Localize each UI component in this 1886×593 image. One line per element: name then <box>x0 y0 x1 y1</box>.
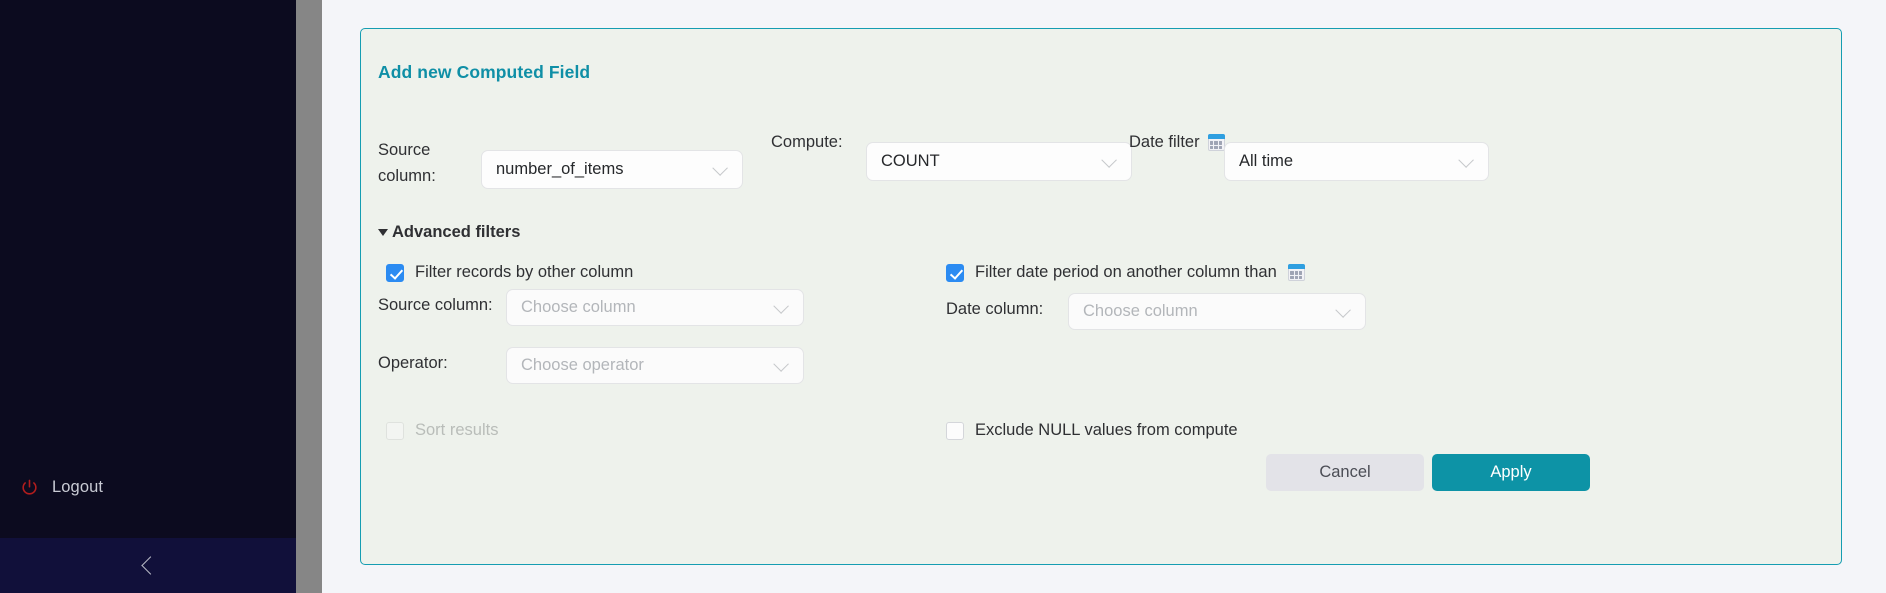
advanced-source-column-select[interactable]: Choose column <box>506 289 804 326</box>
compute-select-value: COUNT <box>881 152 940 170</box>
power-icon <box>20 478 39 497</box>
sort-results-label: Sort results <box>415 421 499 439</box>
chevron-down-icon <box>1458 152 1474 168</box>
compute-label: Compute: <box>771 133 843 151</box>
page-scrollbar-thumb[interactable] <box>296 0 322 593</box>
advanced-date-column-placeholder: Choose column <box>1083 302 1198 320</box>
sidebar-item-logout-label: Logout <box>52 478 104 496</box>
checkbox-box <box>386 421 404 440</box>
advanced-operator-select[interactable]: Choose operator <box>506 347 804 384</box>
date-filter-select-value: All time <box>1239 152 1294 170</box>
compute-select[interactable]: COUNT <box>866 142 1132 181</box>
checkbox-box <box>386 263 404 282</box>
page-scrollbar[interactable] <box>296 0 322 593</box>
app-root: Logout Add new Computed Field Source col… <box>0 0 1886 593</box>
date-filter-label: Date filter <box>1129 133 1225 152</box>
advanced-filters-label: Advanced filters <box>392 223 521 241</box>
advanced-filters-toggle[interactable]: Advanced filters <box>378 223 520 242</box>
source-column-select-value: number_of_items <box>496 160 624 178</box>
filter-date-period-label: Filter date period on another column tha… <box>975 263 1277 281</box>
calendar-icon <box>1207 134 1225 151</box>
sidebar-collapse-button[interactable] <box>0 538 296 593</box>
chevron-left-icon <box>140 556 160 575</box>
sort-results-checkbox: Sort results <box>386 421 498 440</box>
advanced-operator-label: Operator: <box>378 354 448 372</box>
chevron-down-icon <box>773 356 789 372</box>
chevron-down-icon <box>773 298 789 314</box>
chevron-down-icon <box>712 160 728 176</box>
triangle-down-icon <box>378 229 388 236</box>
date-filter-label-text: Date filter <box>1129 133 1200 151</box>
advanced-date-column-label: Date column: <box>946 300 1044 318</box>
source-column-select[interactable]: number_of_items <box>481 150 743 189</box>
checkbox-box <box>946 263 964 282</box>
filter-date-period-checkbox[interactable]: Filter date period on another column tha… <box>946 263 1305 282</box>
add-computed-field-card: Add new Computed Field Source column: nu… <box>360 28 1842 565</box>
date-filter-select[interactable]: All time <box>1224 142 1489 181</box>
chevron-down-icon <box>1335 302 1351 318</box>
sidebar: Logout <box>0 0 296 593</box>
exclude-null-values-label: Exclude NULL values from compute <box>975 421 1238 439</box>
advanced-source-column-placeholder: Choose column <box>521 298 636 316</box>
checkbox-box <box>946 421 964 440</box>
exclude-null-values-checkbox[interactable]: Exclude NULL values from compute <box>946 421 1238 440</box>
calendar-icon <box>1287 264 1305 281</box>
chevron-down-icon <box>1101 152 1117 168</box>
card-title: Add new Computed Field <box>378 62 591 82</box>
advanced-source-column-label: Source column: <box>378 296 493 314</box>
advanced-date-column-select[interactable]: Choose column <box>1068 293 1366 330</box>
advanced-operator-placeholder: Choose operator <box>521 356 644 374</box>
source-column-label: Source column: <box>378 141 436 185</box>
cancel-button[interactable]: Cancel <box>1266 454 1424 491</box>
apply-button[interactable]: Apply <box>1432 454 1590 491</box>
filter-records-by-other-column-checkbox[interactable]: Filter records by other column <box>386 263 633 282</box>
sidebar-item-logout[interactable]: Logout <box>20 478 103 497</box>
filter-records-by-other-column-label: Filter records by other column <box>415 263 634 281</box>
